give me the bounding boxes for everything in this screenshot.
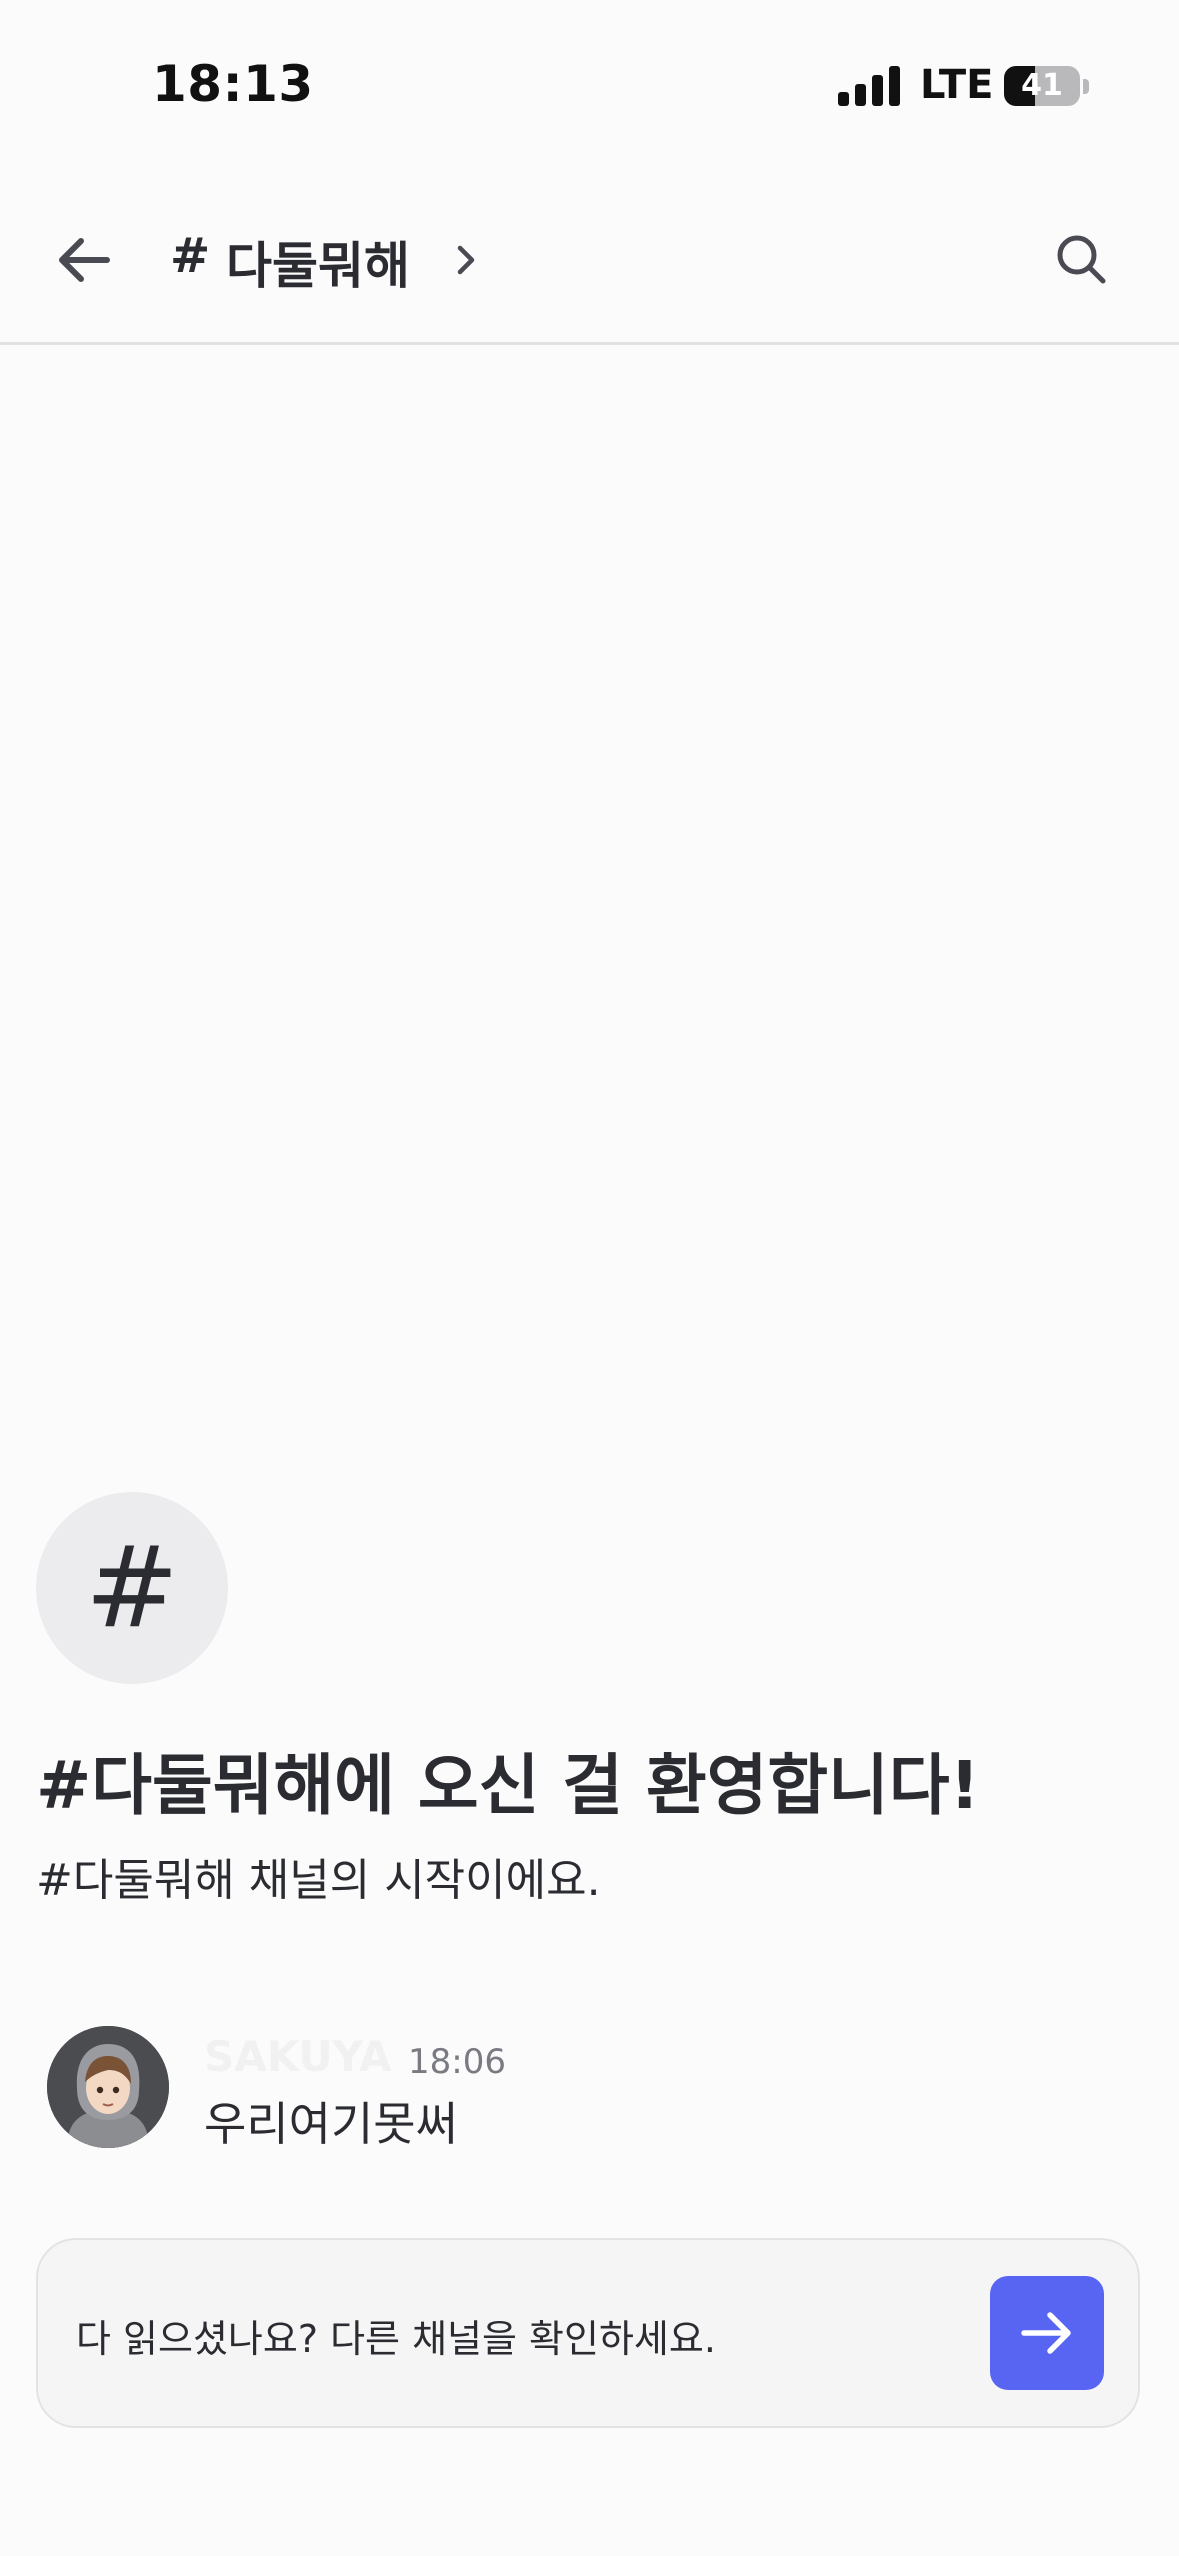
back-button[interactable] [46,222,122,298]
channel-hash: # [170,228,211,284]
battery-tip [1083,79,1089,94]
welcome-subtitle: #다둘뭐해 채널의 시작이에요. [36,1855,601,1906]
signal-icon [838,66,900,106]
next-channel-prompt: 다 읽으셨나요? 다른 채널을 확인하세요. [76,2317,716,2361]
battery-icon: 41 [1004,66,1080,106]
chevron-right-icon [457,245,475,275]
status-bar: 18:13 LTE 41 [0,0,1179,170]
channel-header: # 다둘뭐해 [0,170,1179,345]
message-author[interactable]: SAKUYA [204,2032,392,2081]
message-timestamp: 18:06 [408,2042,506,2082]
avatar[interactable] [47,2026,169,2148]
status-time: 18:13 [152,55,314,113]
search-icon [1057,235,1106,284]
search-button[interactable] [1046,224,1116,294]
channel-title[interactable]: 다둘뭐해 [226,226,410,298]
next-channel-button[interactable] [990,2276,1104,2390]
channel-icon: # [36,1492,228,1684]
hash-icon: # [85,1523,179,1653]
welcome-title: #다둘뭐해에 오신 걸 환영합니다! [36,1747,980,1824]
avatar-image [47,2026,169,2148]
next-channel-banner: 다 읽으셨나요? 다른 채널을 확인하세요. [36,2238,1140,2428]
battery-level: 41 [1021,68,1063,103]
message-text[interactable]: 우리여기못써 [204,2088,458,2154]
network-type: LTE [920,62,994,108]
channel-details-button[interactable] [452,240,480,284]
arrow-left-icon [59,238,110,282]
arrow-right-icon [1021,2312,1071,2354]
